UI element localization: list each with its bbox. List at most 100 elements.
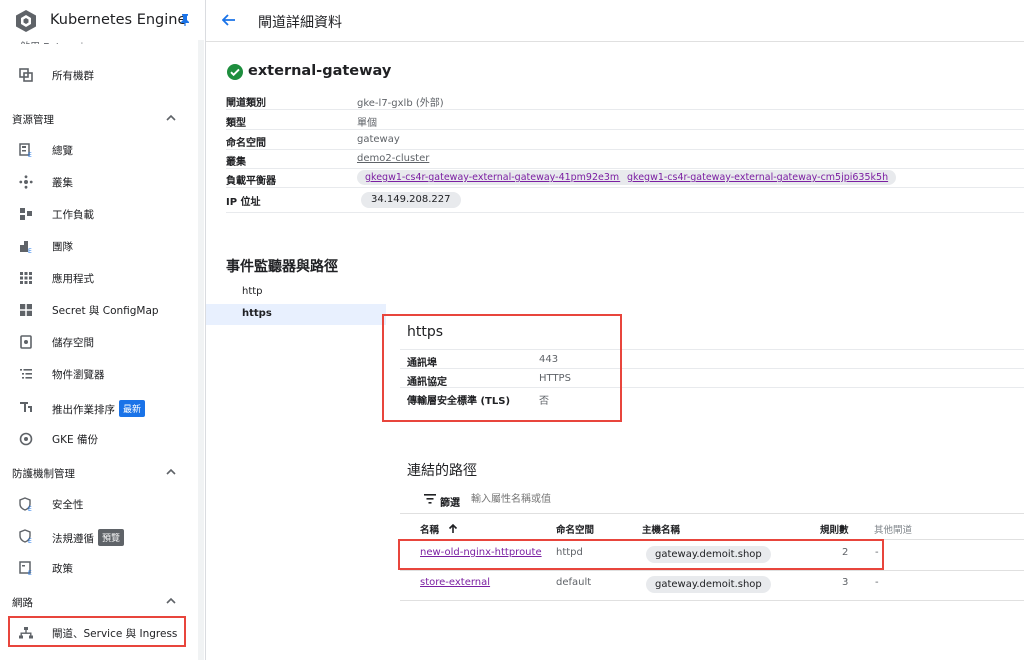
sidebar-item-label: 應用程式: [52, 273, 94, 285]
page-title: 閘道詳細資料: [258, 15, 342, 31]
sidebar-item-label: 叢集: [52, 177, 73, 189]
route-name-link[interactable]: store-external: [420, 577, 490, 588]
chevron-up-icon[interactable]: [166, 597, 176, 605]
listeners-heading: 事件監聽器與路徑: [226, 259, 338, 275]
sidebar-item-label: 物件瀏覽器: [52, 369, 105, 381]
list-icon: [20, 369, 32, 379]
filter-label[interactable]: 篩選: [440, 494, 460, 509]
new-badge: 最新: [119, 400, 146, 417]
listener-tab-label: http: [242, 286, 263, 297]
row-divider: [400, 600, 1024, 601]
check-circle-icon: [227, 64, 243, 80]
section-resource-management[interactable]: 資源管理: [12, 112, 54, 127]
sidebar-scrollbar[interactable]: [198, 40, 204, 660]
sidebar-item-object-browser[interactable]: 物件瀏覽器: [0, 359, 198, 389]
prop-row: 負載平衡器 gkegw1-cs4r-gateway-external-gatew…: [226, 168, 1024, 188]
gateway-name: external-gateway: [248, 63, 392, 79]
prop-row: 叢集 demo2-cluster: [226, 149, 1024, 169]
sidebar-item-label: 所有機群: [52, 70, 94, 82]
sidebar-item-label: GKE 備份: [52, 434, 98, 446]
chevron-up-icon[interactable]: [166, 114, 176, 122]
sort-arrow-up-icon[interactable]: [448, 523, 458, 534]
sidebar-item-label: 法規遵循 預覽: [52, 529, 125, 546]
apps-grid-icon: [20, 272, 32, 284]
clusters-icon: [19, 175, 33, 189]
backup-icon: [19, 432, 33, 446]
filter-input[interactable]: [471, 492, 671, 506]
shield-icon: E: [19, 497, 32, 511]
chevron-up-icon[interactable]: [166, 468, 176, 476]
listener-tab-https[interactable]: https: [206, 304, 386, 325]
prop-key: 叢集: [226, 157, 246, 168]
sidebar-item-clusters[interactable]: 叢集: [0, 167, 198, 197]
workloads-icon: [20, 208, 32, 220]
policy-icon: E: [19, 561, 32, 575]
route-rules-count: 3: [842, 577, 849, 588]
column-header-name[interactable]: 名稱: [420, 522, 458, 536]
sidebar-item-enterprise-cut[interactable]: 啟用 Enterprise: [20, 38, 95, 44]
sidebar-item-label: 工作負載: [52, 209, 94, 221]
prop-row: 命名空間 gateway: [226, 130, 1024, 150]
prop-key: 閘道類別: [226, 98, 266, 109]
hostname-chip: gateway.demoit.shop: [646, 576, 771, 593]
https-highlight-box: [382, 314, 622, 422]
prop-key: IP 位址: [226, 197, 261, 208]
listener-tab-http[interactable]: http: [206, 282, 386, 303]
prop-value: gke-l7-gxlb (外部): [357, 98, 444, 109]
sidebar-item-security[interactable]: E 安全性: [0, 489, 198, 519]
sidebar-item-label: 總覽: [52, 145, 73, 157]
sidebar-item-teams[interactable]: E 團隊: [0, 231, 198, 261]
rollout-label: 推出作業排序: [52, 404, 115, 416]
svg-text:E: E: [28, 248, 32, 253]
preview-badge: 預覽: [98, 529, 125, 546]
column-header-hostname[interactable]: 主機名稱: [642, 522, 680, 536]
column-header-label: 名稱: [420, 525, 440, 536]
sidebar-item-rollout-sequencing[interactable]: 推出作業排序 最新: [0, 392, 198, 422]
app-title: Kubernetes Engine: [50, 12, 187, 28]
sidebar-item-gke-backup[interactable]: GKE 備份: [0, 424, 198, 454]
sidebar-item-compliance[interactable]: E 法規遵循 預覽: [0, 521, 198, 551]
sidebar-item-policy[interactable]: E 政策: [0, 553, 198, 583]
storage-icon: [20, 335, 32, 349]
sidebar-item-label: 團隊: [52, 241, 73, 253]
fleet-icon: [19, 68, 33, 82]
column-header-namespace[interactable]: 命名空間: [556, 522, 594, 536]
sidebar-item-workloads[interactable]: 工作負載: [0, 199, 198, 229]
filter-icon[interactable]: [424, 494, 436, 504]
back-arrow-icon[interactable]: [222, 14, 236, 26]
rollout-icon: [20, 402, 32, 412]
sidebar-item-overview[interactable]: E 總覽: [0, 135, 198, 165]
prop-value: gateway: [357, 134, 400, 145]
overview-icon: E: [19, 143, 32, 157]
sidebar-item-all-fleets[interactable]: 所有機群: [0, 60, 198, 90]
column-header-rules[interactable]: 規則數: [820, 522, 849, 536]
prop-key: 負載平衡器: [226, 176, 276, 187]
load-balancer-chip[interactable]: gkegw1-cs4r-gateway-external-gateway-cm5…: [619, 170, 897, 185]
compliance-label: 法規遵循: [52, 533, 94, 545]
cluster-link[interactable]: demo2-cluster: [357, 153, 429, 164]
row-divider: [400, 570, 1024, 571]
prop-key: 命名空間: [226, 138, 266, 149]
section-networking[interactable]: 網路: [12, 595, 33, 610]
column-header-other-gateways[interactable]: 其他閘道: [874, 522, 912, 536]
route-namespace: default: [556, 577, 592, 588]
load-balancer-chip[interactable]: gkegw1-cs4r-gateway-external-gateway-41p…: [357, 170, 642, 185]
prop-key: 類型: [226, 118, 246, 129]
sidebar-item-applications[interactable]: 應用程式: [0, 263, 198, 293]
pin-icon[interactable]: [180, 14, 190, 26]
sidebar-item-secret-configmap[interactable]: Secret 與 ConfigMap: [0, 295, 198, 325]
svg-text:E: E: [28, 538, 32, 543]
secret-grid-icon: [20, 304, 32, 316]
section-guardrails[interactable]: 防護機制管理: [12, 466, 75, 481]
sidebar-item-storage[interactable]: 儲存空間: [0, 327, 198, 357]
sidebar-active-highlight: [8, 616, 186, 647]
sidebar-item-label: Secret 與 ConfigMap: [52, 305, 159, 317]
svg-text:E: E: [28, 152, 32, 157]
listener-tab-label: https: [242, 308, 272, 319]
sidebar-header: Kubernetes Engine: [0, 0, 205, 40]
prop-row: 閘道類別 gke-l7-gxlb (外部): [226, 90, 1024, 110]
compliance-icon: E: [19, 529, 32, 543]
prop-row: 類型 單個: [226, 110, 1024, 130]
prop-row: IP 位址: [226, 189, 1024, 213]
prop-value: 單個: [357, 118, 377, 129]
